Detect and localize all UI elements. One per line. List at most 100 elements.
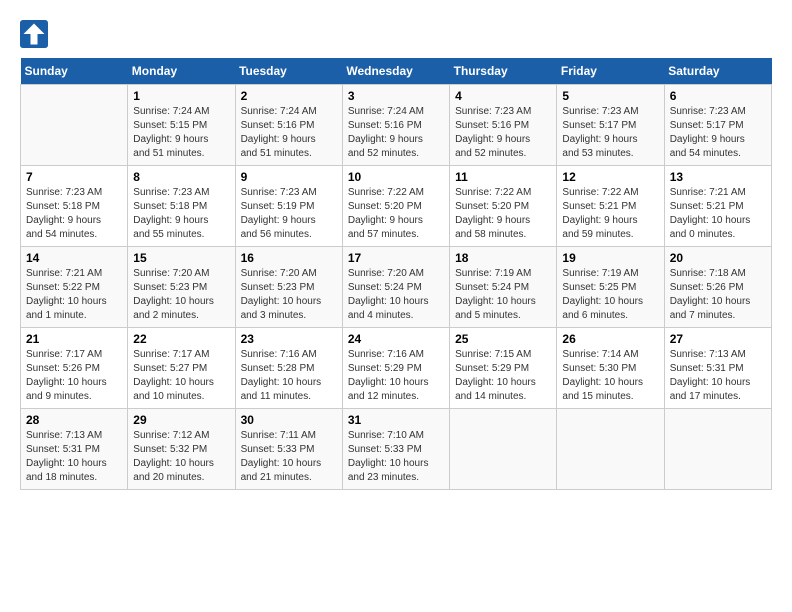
day-number: 25: [455, 332, 551, 346]
day-number: 5: [562, 89, 658, 103]
day-number: 3: [348, 89, 444, 103]
weekday-header-thursday: Thursday: [450, 58, 557, 85]
day-info: Sunrise: 7:24 AM Sunset: 5:16 PM Dayligh…: [241, 105, 337, 161]
day-number: 14: [26, 251, 122, 265]
day-info: Sunrise: 7:19 AM Sunset: 5:25 PM Dayligh…: [562, 267, 658, 323]
day-info: Sunrise: 7:21 AM Sunset: 5:22 PM Dayligh…: [26, 267, 122, 323]
calendar-cell: 7 Sunrise: 7:23 AM Sunset: 5:18 PM Daylig…: [21, 166, 128, 247]
day-number: 7: [26, 170, 122, 184]
day-info: Sunrise: 7:20 AM Sunset: 5:23 PM Dayligh…: [241, 267, 337, 323]
logo: [20, 20, 52, 48]
day-number: 30: [241, 413, 337, 427]
calendar-cell: 30 Sunrise: 7:11 AM Sunset: 5:33 PM Dayli…: [235, 409, 342, 490]
calendar-cell: 23 Sunrise: 7:16 AM Sunset: 5:28 PM Dayli…: [235, 328, 342, 409]
day-info: Sunrise: 7:12 AM Sunset: 5:32 PM Dayligh…: [133, 429, 229, 485]
calendar-table: SundayMondayTuesdayWednesdayThursdayFrid…: [20, 58, 772, 490]
calendar-cell: [557, 409, 664, 490]
day-info: Sunrise: 7:17 AM Sunset: 5:27 PM Dayligh…: [133, 348, 229, 404]
calendar-cell: 4 Sunrise: 7:23 AM Sunset: 5:16 PM Daylig…: [450, 85, 557, 166]
calendar-cell: 18 Sunrise: 7:19 AM Sunset: 5:24 PM Dayli…: [450, 247, 557, 328]
day-info: Sunrise: 7:22 AM Sunset: 5:21 PM Dayligh…: [562, 186, 658, 242]
calendar-cell: 24Sunrise: 7:16 AM Sunset: 5:29 PM Dayli…: [342, 328, 449, 409]
day-info: Sunrise: 7:23 AM Sunset: 5:19 PM Dayligh…: [241, 186, 337, 242]
day-number: 27: [670, 332, 766, 346]
day-number: 13: [670, 170, 766, 184]
calendar-cell: 20 Sunrise: 7:18 AM Sunset: 5:26 PM Dayli…: [664, 247, 771, 328]
weekday-header-tuesday: Tuesday: [235, 58, 342, 85]
calendar-cell: [450, 409, 557, 490]
calendar-cell: 11 Sunrise: 7:22 AM Sunset: 5:20 PM Dayli…: [450, 166, 557, 247]
calendar-cell: 22Sunrise: 7:17 AM Sunset: 5:27 PM Dayli…: [128, 328, 235, 409]
page-header: [20, 20, 772, 48]
day-info: Sunrise: 7:23 AM Sunset: 5:18 PM Dayligh…: [26, 186, 122, 242]
calendar-body: 1Sunrise: 7:24 AM Sunset: 5:15 PM Daylig…: [21, 85, 772, 490]
calendar-cell: 16 Sunrise: 7:20 AM Sunset: 5:23 PM Dayli…: [235, 247, 342, 328]
day-number: 26: [562, 332, 658, 346]
calendar-cell: 10Sunrise: 7:22 AM Sunset: 5:20 PM Dayli…: [342, 166, 449, 247]
day-info: Sunrise: 7:15 AM Sunset: 5:29 PM Dayligh…: [455, 348, 551, 404]
calendar-cell: 3Sunrise: 7:24 AM Sunset: 5:16 PM Daylig…: [342, 85, 449, 166]
day-number: 21: [26, 332, 122, 346]
day-info: Sunrise: 7:17 AM Sunset: 5:26 PM Dayligh…: [26, 348, 122, 404]
calendar-cell: 13 Sunrise: 7:21 AM Sunset: 5:21 PM Dayli…: [664, 166, 771, 247]
day-info: Sunrise: 7:19 AM Sunset: 5:24 PM Dayligh…: [455, 267, 551, 323]
day-number: 28: [26, 413, 122, 427]
day-info: Sunrise: 7:21 AM Sunset: 5:21 PM Dayligh…: [670, 186, 766, 242]
calendar-cell: 26 Sunrise: 7:14 AM Sunset: 5:30 PM Dayli…: [557, 328, 664, 409]
day-number: 16: [241, 251, 337, 265]
calendar-cell: 2Sunrise: 7:24 AM Sunset: 5:16 PM Daylig…: [235, 85, 342, 166]
calendar-cell: 8Sunrise: 7:23 AM Sunset: 5:18 PM Daylig…: [128, 166, 235, 247]
day-number: 4: [455, 89, 551, 103]
day-info: Sunrise: 7:22 AM Sunset: 5:20 PM Dayligh…: [455, 186, 551, 242]
day-info: Sunrise: 7:20 AM Sunset: 5:23 PM Dayligh…: [133, 267, 229, 323]
calendar-cell: 14 Sunrise: 7:21 AM Sunset: 5:22 PM Dayli…: [21, 247, 128, 328]
calendar-cell: 31Sunrise: 7:10 AM Sunset: 5:33 PM Dayli…: [342, 409, 449, 490]
logo-icon: [20, 20, 48, 48]
day-number: 18: [455, 251, 551, 265]
day-info: Sunrise: 7:10 AM Sunset: 5:33 PM Dayligh…: [348, 429, 444, 485]
calendar-cell: 12 Sunrise: 7:22 AM Sunset: 5:21 PM Dayli…: [557, 166, 664, 247]
day-info: Sunrise: 7:16 AM Sunset: 5:29 PM Dayligh…: [348, 348, 444, 404]
day-number: 19: [562, 251, 658, 265]
day-info: Sunrise: 7:14 AM Sunset: 5:30 PM Dayligh…: [562, 348, 658, 404]
day-info: Sunrise: 7:23 AM Sunset: 5:16 PM Dayligh…: [455, 105, 551, 161]
day-info: Sunrise: 7:18 AM Sunset: 5:26 PM Dayligh…: [670, 267, 766, 323]
calendar-cell: 25 Sunrise: 7:15 AM Sunset: 5:29 PM Dayli…: [450, 328, 557, 409]
day-info: Sunrise: 7:23 AM Sunset: 5:17 PM Dayligh…: [670, 105, 766, 161]
calendar-cell: 29 Sunrise: 7:12 AM Sunset: 5:32 PM Dayli…: [128, 409, 235, 490]
day-number: 17: [348, 251, 444, 265]
calendar-week-0: 1Sunrise: 7:24 AM Sunset: 5:15 PM Daylig…: [21, 85, 772, 166]
day-info: Sunrise: 7:11 AM Sunset: 5:33 PM Dayligh…: [241, 429, 337, 485]
calendar-cell: 1Sunrise: 7:24 AM Sunset: 5:15 PM Daylig…: [128, 85, 235, 166]
calendar-cell: 15 Sunrise: 7:20 AM Sunset: 5:23 PM Dayli…: [128, 247, 235, 328]
weekday-header-saturday: Saturday: [664, 58, 771, 85]
weekday-header-wednesday: Wednesday: [342, 58, 449, 85]
day-number: 12: [562, 170, 658, 184]
calendar-cell: 19 Sunrise: 7:19 AM Sunset: 5:25 PM Dayli…: [557, 247, 664, 328]
day-number: 15: [133, 251, 229, 265]
calendar-cell: 6 Sunrise: 7:23 AM Sunset: 5:17 PM Daylig…: [664, 85, 771, 166]
calendar-cell: [664, 409, 771, 490]
day-info: Sunrise: 7:20 AM Sunset: 5:24 PM Dayligh…: [348, 267, 444, 323]
day-number: 29: [133, 413, 229, 427]
day-info: Sunrise: 7:24 AM Sunset: 5:15 PM Dayligh…: [133, 105, 229, 161]
calendar-cell: 21 Sunrise: 7:17 AM Sunset: 5:26 PM Dayli…: [21, 328, 128, 409]
day-number: 23: [241, 332, 337, 346]
calendar-cell: [21, 85, 128, 166]
weekday-header-monday: Monday: [128, 58, 235, 85]
calendar-cell: 9Sunrise: 7:23 AM Sunset: 5:19 PM Daylig…: [235, 166, 342, 247]
day-number: 6: [670, 89, 766, 103]
calendar-week-1: 7 Sunrise: 7:23 AM Sunset: 5:18 PM Daylig…: [21, 166, 772, 247]
day-info: Sunrise: 7:16 AM Sunset: 5:28 PM Dayligh…: [241, 348, 337, 404]
day-info: Sunrise: 7:13 AM Sunset: 5:31 PM Dayligh…: [670, 348, 766, 404]
calendar-header: SundayMondayTuesdayWednesdayThursdayFrid…: [21, 58, 772, 85]
calendar-cell: 5Sunrise: 7:23 AM Sunset: 5:17 PM Daylig…: [557, 85, 664, 166]
calendar-cell: 28 Sunrise: 7:13 AM Sunset: 5:31 PM Dayli…: [21, 409, 128, 490]
calendar-cell: 17 Sunrise: 7:20 AM Sunset: 5:24 PM Dayli…: [342, 247, 449, 328]
day-info: Sunrise: 7:13 AM Sunset: 5:31 PM Dayligh…: [26, 429, 122, 485]
calendar-week-4: 28 Sunrise: 7:13 AM Sunset: 5:31 PM Dayli…: [21, 409, 772, 490]
weekday-header-friday: Friday: [557, 58, 664, 85]
day-number: 20: [670, 251, 766, 265]
calendar-cell: 27 Sunrise: 7:13 AM Sunset: 5:31 PM Dayli…: [664, 328, 771, 409]
day-number: 11: [455, 170, 551, 184]
